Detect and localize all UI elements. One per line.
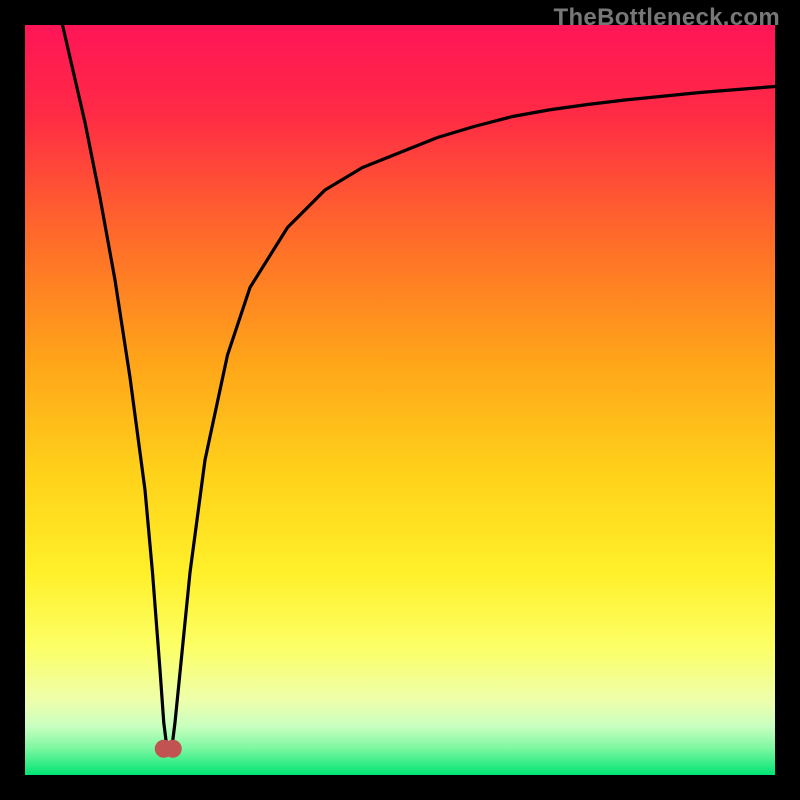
plot-svg: [25, 25, 775, 775]
gradient-bg: [25, 25, 775, 775]
chart-frame: TheBottleneck.com: [0, 0, 800, 800]
min-marker: [164, 740, 182, 758]
min-markers: [155, 740, 182, 758]
plot-area: [25, 25, 775, 775]
